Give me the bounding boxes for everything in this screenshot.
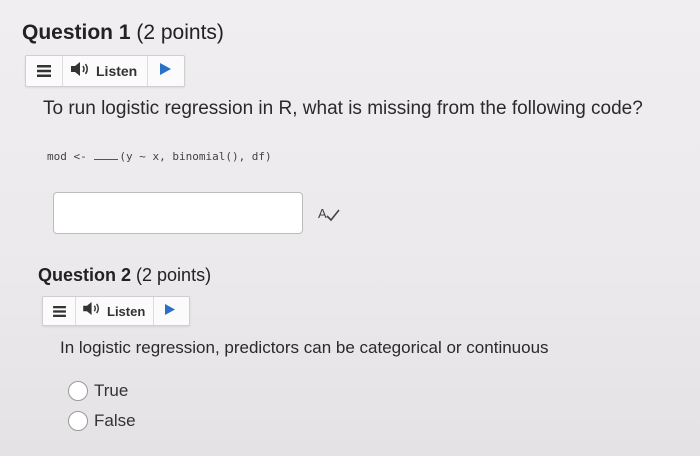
play-icon — [165, 302, 176, 320]
code-before: mod <- — [47, 150, 94, 163]
option-false[interactable]: False — [68, 411, 136, 431]
listen-label: Listen — [107, 303, 146, 319]
radio-button[interactable] — [68, 411, 88, 431]
menu-icon[interactable] — [43, 297, 76, 325]
code-snippet: mod <- (y ~ x, binomial(), df) — [47, 150, 272, 163]
play-button[interactable] — [154, 297, 186, 325]
option-label: False — [94, 411, 136, 430]
question-1-title: Question 1 (2 points) — [22, 21, 224, 45]
question-1-prompt: To run logistic regression in R, what is… — [43, 98, 643, 119]
speaker-icon — [71, 61, 91, 81]
question-number: Question 2 — [38, 265, 132, 285]
option-label: True — [94, 381, 129, 400]
listen-button[interactable]: Listen — [63, 56, 149, 86]
play-icon — [159, 62, 171, 80]
listen-label: Listen — [96, 63, 138, 79]
listen-toolbar: Listen — [25, 55, 185, 87]
code-after: (y ~ x, binomial(), df) — [119, 150, 272, 163]
question-points: (2 points) — [136, 265, 212, 285]
question-2-title: Question 2 (2 points) — [38, 265, 211, 286]
answer-input[interactable] — [53, 192, 303, 234]
code-blank — [94, 159, 119, 160]
radio-button[interactable] — [68, 381, 88, 401]
play-button[interactable] — [148, 56, 182, 86]
listen-button[interactable]: Listen — [76, 297, 155, 325]
question-2-prompt: In logistic regression, predictors can b… — [60, 338, 549, 357]
svg-text:A: A — [318, 206, 327, 221]
speaker-icon — [83, 302, 102, 320]
quiz-page: Question 1 (2 points) Listen To run logi… — [0, 0, 700, 456]
listen-toolbar: Listen — [42, 296, 190, 326]
question-number: Question 1 — [22, 21, 131, 44]
spellcheck-icon[interactable]: A — [318, 206, 340, 227]
menu-icon[interactable] — [26, 56, 63, 86]
option-true[interactable]: True — [68, 381, 128, 401]
question-points: (2 points) — [136, 21, 224, 44]
